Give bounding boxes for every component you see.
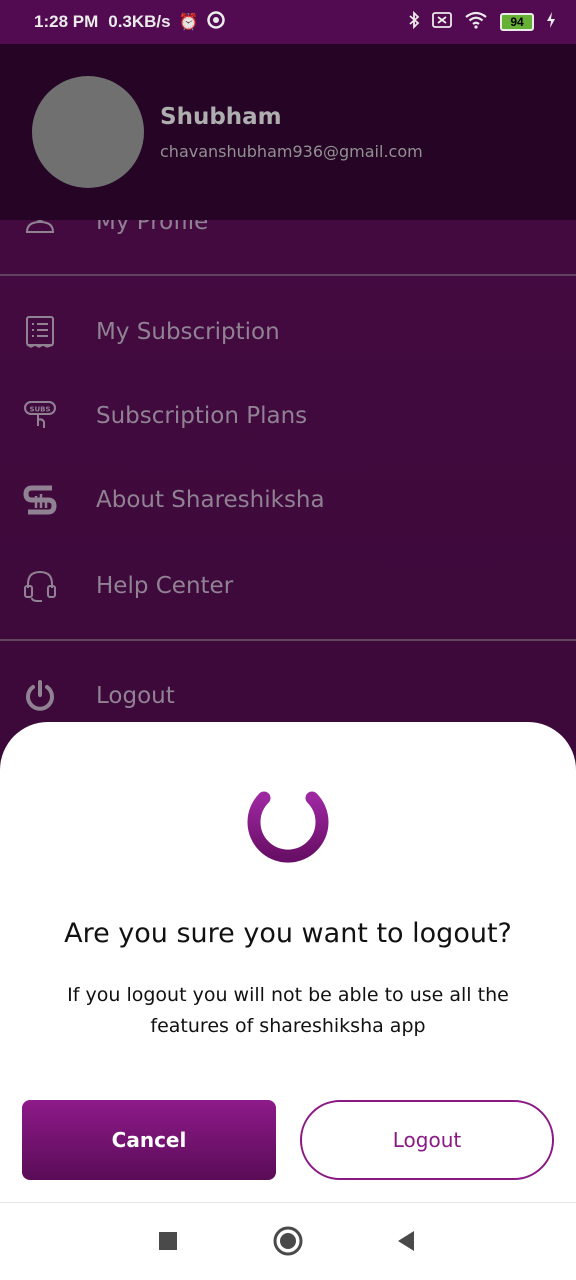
menu-item-subscription-plans[interactable]: SUBS Subscription Plans <box>0 386 576 446</box>
logout-button[interactable]: Logout <box>300 1100 554 1180</box>
wifi-icon <box>464 11 488 34</box>
dialog-title: Are you sure you want to logout? <box>64 918 512 949</box>
menu-label: About Shareshiksha <box>96 487 325 513</box>
user-name: Shubham <box>160 104 282 130</box>
status-time: 1:28 PM <box>34 12 99 31</box>
menu-item-help-center[interactable]: Help Center <box>0 556 576 616</box>
receipt-icon <box>26 316 54 348</box>
charging-icon <box>546 11 556 34</box>
network-speed: 0.3KB/s <box>108 12 171 31</box>
headset-icon <box>24 570 56 602</box>
logout-dialog: Are you sure you want to logout? If you … <box>0 722 576 1202</box>
shareshiksha-logo-icon <box>23 485 57 515</box>
sync-icon <box>206 10 225 34</box>
menu-item-logout[interactable]: Logout <box>0 666 576 726</box>
svg-text:SUBS: SUBS <box>29 406 50 414</box>
menu-item-my-subscription[interactable]: My Subscription <box>0 302 576 362</box>
divider <box>0 274 576 276</box>
menu-item-about-shareshiksha[interactable]: About Shareshiksha <box>0 470 576 530</box>
subs-icon: SUBS <box>24 401 56 428</box>
sim-icon <box>432 11 452 34</box>
battery-icon: 94 <box>500 13 534 31</box>
recents-icon[interactable] <box>152 1225 184 1257</box>
avatar[interactable] <box>32 76 144 188</box>
menu-label: My Subscription <box>96 319 280 345</box>
user-email: chavanshubham936@gmail.com <box>160 142 423 161</box>
back-icon[interactable] <box>390 1225 422 1257</box>
bluetooth-icon <box>408 10 420 34</box>
divider <box>0 639 576 641</box>
system-nav-bar <box>0 1202 576 1280</box>
drawer-header: Shubham chavanshubham936@gmail.com <box>0 44 576 220</box>
menu-label: Logout <box>96 683 175 709</box>
dialog-message: If you logout you will not be able to us… <box>67 984 509 1037</box>
power-icon <box>26 680 54 711</box>
menu-label: Subscription Plans <box>96 403 308 429</box>
status-bar: 1:28 PM 0.3KB/s ⏰ 94 <box>0 0 576 44</box>
menu-label: Help Center <box>96 573 234 599</box>
alarm-icon: ⏰ <box>178 14 199 31</box>
home-icon[interactable] <box>272 1225 304 1257</box>
cancel-button[interactable]: Cancel <box>22 1100 276 1180</box>
power-icon <box>247 773 329 863</box>
